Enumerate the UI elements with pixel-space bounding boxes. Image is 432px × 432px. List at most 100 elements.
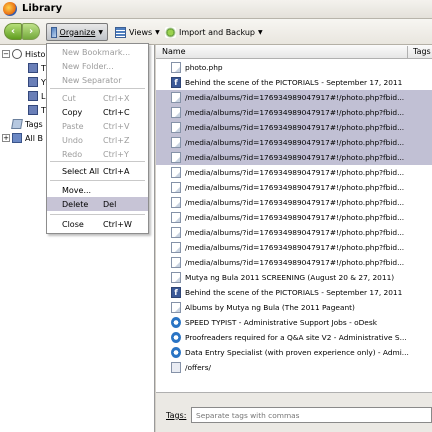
- list-item-title: /media/albums/?id=176934989047917#!/phot…: [185, 93, 405, 102]
- tree-item-label: Tags: [25, 119, 43, 129]
- list-item[interactable]: Albums by Mutya ng Bula (The 2011 Pagean…: [156, 300, 432, 315]
- list-item[interactable]: SPEED TYPIST - Administrative Support Jo…: [156, 315, 432, 330]
- list-item-title: /media/albums/?id=176934989047917#!/phot…: [185, 228, 405, 237]
- column-tags[interactable]: Tags: [413, 47, 431, 56]
- tree-item-label: All B: [25, 133, 43, 143]
- menu-item-shortcut: Ctrl+W: [103, 219, 132, 229]
- list-item[interactable]: /media/albums/?id=176934989047917#!/phot…: [156, 90, 432, 105]
- menu-item-select-all[interactable]: Select All Ctrl+A: [47, 164, 148, 178]
- list-item[interactable]: /media/albums/?id=176934989047917#!/phot…: [156, 165, 432, 180]
- tree-item[interactable]: T: [28, 61, 46, 75]
- import-icon: [165, 26, 176, 38]
- menu-item-copy[interactable]: Copy Ctrl+C: [47, 105, 148, 119]
- import-backup-button[interactable]: Import and Backup ▼: [161, 23, 267, 41]
- list-item-title: photo.php: [185, 63, 223, 72]
- organize-button[interactable]: Organize ▼: [46, 23, 108, 41]
- list-item[interactable]: Proofreaders required for a Q&A site V2 …: [156, 330, 432, 345]
- column-name[interactable]: Name: [162, 47, 186, 56]
- column-header: Name Tags: [156, 45, 432, 59]
- page-icon: [171, 107, 181, 118]
- list-item[interactable]: Mutya ng Bula 2011 SCREENING (August 20 …: [156, 270, 432, 285]
- folder-icon: [28, 63, 38, 73]
- list-item-title: /media/albums/?id=176934989047917#!/phot…: [185, 153, 405, 162]
- menu-item-shortcut: Ctrl+Y: [103, 149, 129, 159]
- tags-panel: Tags:: [156, 392, 432, 432]
- menu-separator: [50, 88, 145, 89]
- list-item[interactable]: /media/albums/?id=176934989047917#!/phot…: [156, 135, 432, 150]
- title-bar: Library: [0, 0, 432, 19]
- page-icon: [171, 92, 181, 103]
- menu-item-paste[interactable]: Paste Ctrl+V: [47, 119, 148, 133]
- page-icon: [171, 167, 181, 178]
- list-item-title: /media/albums/?id=176934989047917#!/phot…: [185, 123, 405, 132]
- menu-item-delete[interactable]: Delete Del: [47, 197, 148, 211]
- folder-icon: [28, 91, 38, 101]
- list-item[interactable]: photo.php: [156, 60, 432, 75]
- list-item[interactable]: /media/albums/?id=176934989047917#!/phot…: [156, 240, 432, 255]
- menu-item-move[interactable]: Move...: [47, 183, 148, 197]
- list-item[interactable]: f Behind the scene of the PICTORIALS - Se…: [156, 285, 432, 300]
- tree-item-all-bookmarks[interactable]: + All B: [2, 131, 43, 145]
- list-item[interactable]: /offers/: [156, 360, 432, 375]
- menu-item-shortcut: Ctrl+V: [103, 121, 130, 131]
- page-icon: [171, 62, 181, 73]
- list-item-title: SPEED TYPIST - Administrative Support Jo…: [185, 318, 377, 327]
- menu-item-shortcut: Ctrl+Z: [103, 135, 130, 145]
- views-icon: [115, 26, 126, 38]
- list-item[interactable]: /media/albums/?id=176934989047917#!/phot…: [156, 120, 432, 135]
- list-item[interactable]: Data Entry Specialist (with proven exper…: [156, 345, 432, 360]
- facebook-icon: f: [171, 287, 181, 298]
- page-icon: [171, 197, 181, 208]
- menu-item-label: Close: [62, 219, 84, 229]
- tags-label: Tags:: [166, 411, 187, 420]
- menu-item-close[interactable]: Close Ctrl+W: [47, 217, 148, 231]
- menu-item-label: Delete: [62, 199, 89, 209]
- bookmarks-icon: [12, 133, 22, 143]
- menu-item-label: Redo: [62, 149, 83, 159]
- list-item-title: Proofreaders required for a Q&A site V2 …: [185, 333, 407, 342]
- menu-item-new-folder[interactable]: New Folder...: [47, 59, 148, 73]
- list-item[interactable]: f Behind the scene of the PICTORIALS - Se…: [156, 75, 432, 90]
- tree-item[interactable]: L: [28, 89, 45, 103]
- list-item[interactable]: /media/albums/?id=176934989047917#!/phot…: [156, 225, 432, 240]
- list-item-title: /offers/: [185, 363, 212, 372]
- forward-button[interactable]: ›: [22, 23, 40, 40]
- list-item-title: /media/albums/?id=176934989047917#!/phot…: [185, 168, 405, 177]
- tree-item[interactable]: Y: [28, 75, 46, 89]
- menu-item-shortcut: Del: [103, 199, 117, 209]
- list-item[interactable]: /media/albums/?id=176934989047917#!/phot…: [156, 180, 432, 195]
- tree-item[interactable]: T: [28, 103, 46, 117]
- menu-item-undo[interactable]: Undo Ctrl+Z: [47, 133, 148, 147]
- menu-item-label: Select All: [62, 166, 100, 176]
- odesk-icon: [171, 332, 181, 343]
- tree-item-history[interactable]: − Histo: [2, 47, 45, 61]
- facebook-icon: f: [171, 77, 181, 88]
- menu-item-label: New Separator: [62, 75, 122, 85]
- list-item[interactable]: /media/albums/?id=176934989047917#!/phot…: [156, 255, 432, 270]
- chevron-down-icon: ▼: [98, 28, 103, 36]
- column-divider[interactable]: [407, 46, 408, 58]
- firefox-icon: [3, 2, 17, 16]
- list-item[interactable]: /media/albums/?id=176934989047917#!/phot…: [156, 105, 432, 120]
- page-icon: [171, 242, 181, 253]
- menu-item-new-bookmark[interactable]: New Bookmark...: [47, 45, 148, 59]
- tree-item-tags[interactable]: Tags: [11, 117, 43, 131]
- views-button[interactable]: Views ▼: [111, 23, 164, 41]
- list-item[interactable]: /media/albums/?id=176934989047917#!/phot…: [156, 210, 432, 225]
- tree-item-label: Histo: [25, 49, 46, 59]
- expand-toggle-icon[interactable]: +: [2, 134, 10, 142]
- page-icon: [171, 182, 181, 193]
- menu-item-new-separator[interactable]: New Separator: [47, 73, 148, 87]
- menu-item-label: New Folder...: [62, 61, 114, 71]
- collapse-toggle-icon[interactable]: −: [2, 50, 10, 58]
- list-item-title: /media/albums/?id=176934989047917#!/phot…: [185, 213, 405, 222]
- menu-item-redo[interactable]: Redo Ctrl+Y: [47, 147, 148, 161]
- tags-input[interactable]: [191, 407, 432, 423]
- bookmark-list: photo.php f Behind the scene of the PICTOR…: [156, 60, 432, 390]
- menu-item-cut[interactable]: Cut Ctrl+X: [47, 91, 148, 105]
- back-button[interactable]: ‹: [4, 23, 22, 40]
- list-item[interactable]: /media/albums/?id=176934989047917#!/phot…: [156, 195, 432, 210]
- list-item[interactable]: /media/albums/?id=176934989047917#!/phot…: [156, 150, 432, 165]
- page-icon: [171, 227, 181, 238]
- menu-item-label: Copy: [62, 107, 83, 117]
